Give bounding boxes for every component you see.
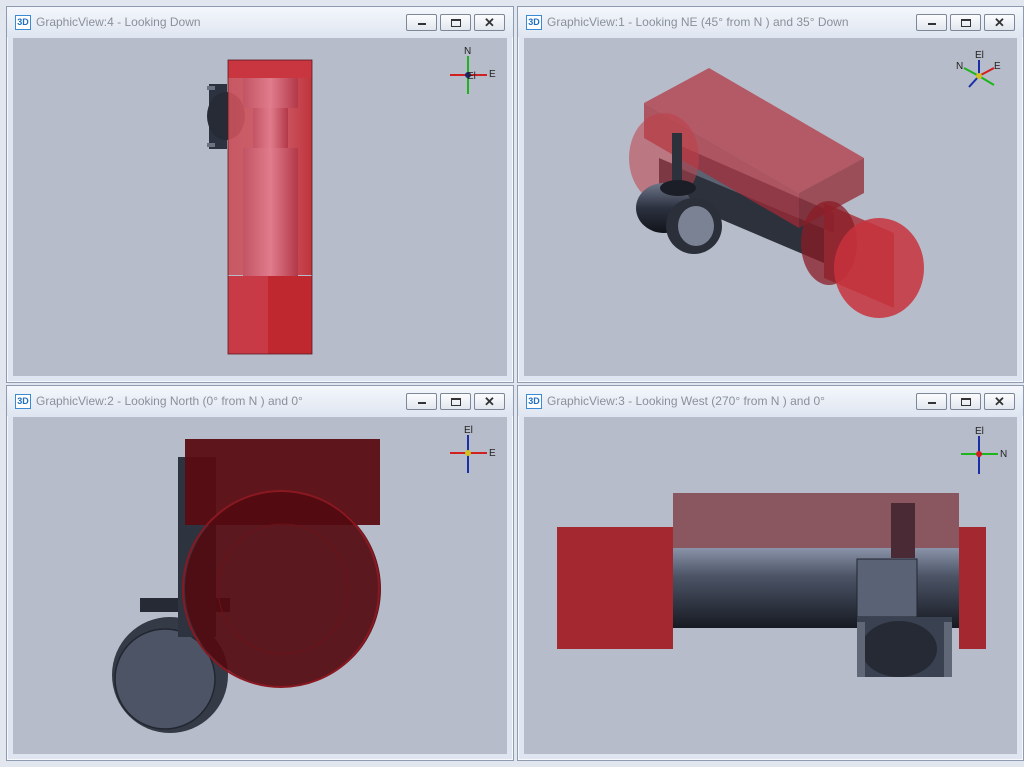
axis-label-up: El: [464, 425, 473, 436]
minimize-icon: [928, 402, 936, 404]
maximize-icon: [451, 398, 461, 406]
view-title: GraphicView:1 - Looking NE (45° from N )…: [547, 15, 849, 29]
minimize-button[interactable]: [916, 393, 947, 410]
axis-label-center: El: [467, 71, 476, 82]
viewport-canvas[interactable]: El E: [13, 417, 507, 754]
valve-stem: [891, 503, 915, 558]
flange-top: [207, 86, 215, 90]
close-button[interactable]: ✕: [474, 393, 505, 410]
pump-casing: [861, 621, 937, 677]
axis-triad: El E: [450, 425, 496, 473]
maximize-icon: [451, 19, 461, 27]
3d-view-icon: 3D: [15, 393, 31, 409]
viewport-canvas[interactable]: El N: [524, 417, 1017, 754]
red-end-cap: [959, 527, 986, 649]
view-titlebar[interactable]: 3D GraphicView:4 - Looking Down ✕: [7, 7, 513, 37]
graphic-view-3[interactable]: 3D GraphicView:3 - Looking West (270° fr…: [517, 385, 1024, 761]
view-titlebar[interactable]: 3D GraphicView:3 - Looking West (270° fr…: [518, 386, 1023, 416]
close-icon: ✕: [484, 394, 495, 409]
pipe-segment: [243, 78, 298, 108]
model-render: El N E: [629, 50, 1001, 318]
model-render: N E El: [207, 46, 496, 355]
valve-stem: [672, 133, 682, 188]
enclosure-cap: [228, 60, 312, 78]
maximize-button[interactable]: [440, 14, 471, 31]
pump-top: [660, 180, 696, 196]
view-title: GraphicView:2 - Looking North (0° from N…: [36, 394, 303, 408]
axis-label-right: E: [489, 448, 496, 459]
viewport-canvas[interactable]: N E El: [13, 38, 507, 376]
axis-triad: El N: [961, 426, 1007, 474]
axis-label-up: El: [975, 426, 984, 437]
3d-view-icon: 3D: [526, 14, 542, 30]
maximize-icon: [961, 19, 971, 27]
close-icon: ✕: [994, 394, 1005, 409]
axis-label-right: E: [489, 69, 496, 80]
axis-label-right: N: [1000, 449, 1007, 460]
view-titlebar[interactable]: 3D GraphicView:2 - Looking North (0° fro…: [7, 386, 513, 416]
model-render: El E: [112, 425, 496, 733]
red-lower-shade: [268, 276, 312, 354]
axis-triad: El N E: [956, 50, 1001, 88]
pump-face: [678, 206, 714, 246]
minimize-button[interactable]: [406, 14, 437, 31]
axis-label-up: N: [464, 46, 471, 57]
pump-flange: [857, 622, 865, 677]
close-icon: ✕: [994, 15, 1005, 30]
graphic-workspace: 3D GraphicView:4 - Looking Down ✕ N E El…: [0, 0, 1024, 767]
minimize-button[interactable]: [406, 393, 437, 410]
pump-flange: [944, 622, 952, 677]
red-box-top: [673, 493, 959, 549]
pipe-segment: [243, 148, 298, 276]
graphic-view-1[interactable]: 3D GraphicView:1 - Looking NE (45° from …: [517, 6, 1024, 383]
minimize-icon: [928, 23, 936, 25]
pipe-segment: [253, 108, 288, 148]
viewport-canvas[interactable]: El N E: [524, 38, 1017, 376]
graphic-view-4[interactable]: 3D GraphicView:4 - Looking Down ✕ N E El: [6, 6, 514, 383]
maximize-button[interactable]: [950, 14, 981, 31]
close-button[interactable]: ✕: [474, 14, 505, 31]
red-cylinder-face: [834, 218, 924, 318]
axis-label-left: N: [956, 61, 963, 72]
maximize-button[interactable]: [440, 393, 471, 410]
3d-view-icon: 3D: [526, 393, 542, 409]
maximize-icon: [961, 398, 971, 406]
axis-label-up: El: [975, 50, 984, 61]
view-title: GraphicView:3 - Looking West (270° from …: [547, 394, 825, 408]
maximize-button[interactable]: [950, 393, 981, 410]
minimize-icon: [418, 23, 426, 25]
axis-label-right: E: [994, 61, 1001, 72]
view-title: GraphicView:4 - Looking Down: [36, 15, 201, 29]
minimize-icon: [418, 402, 426, 404]
close-icon: ✕: [484, 15, 495, 30]
pipe-fitting: [856, 558, 918, 618]
3d-view-icon: 3D: [15, 14, 31, 30]
view-titlebar[interactable]: 3D GraphicView:1 - Looking NE (45° from …: [518, 7, 1023, 37]
model-render: El N: [557, 426, 1007, 677]
close-button[interactable]: ✕: [984, 393, 1015, 410]
red-cylinder: [557, 527, 673, 649]
flange-bottom: [207, 143, 215, 147]
minimize-button[interactable]: [916, 14, 947, 31]
close-button[interactable]: ✕: [984, 14, 1015, 31]
axis-triad: N E El: [450, 46, 496, 94]
graphic-view-2[interactable]: 3D GraphicView:2 - Looking North (0° fro…: [6, 385, 514, 761]
